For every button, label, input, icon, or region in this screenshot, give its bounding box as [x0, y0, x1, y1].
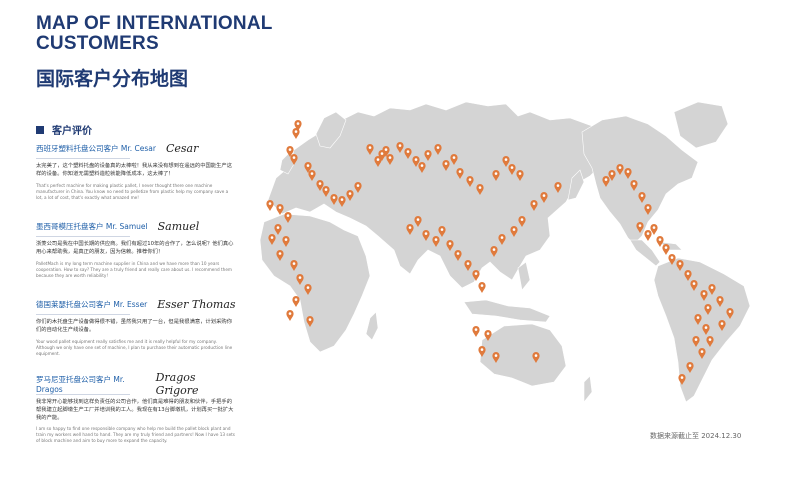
- map-pin-icon: [644, 230, 652, 241]
- review-customer-name: 西班牙塑料托盘公司客户 Mr. Cesar: [36, 143, 156, 153]
- reviews-heading-label: 客户评价: [52, 126, 92, 137]
- landmass-central-america: [629, 239, 661, 267]
- landmass-madagascar: [365, 311, 379, 341]
- world-landmass: [259, 101, 751, 403]
- review-signature: Samuel: [157, 219, 200, 233]
- review-card: 墨西哥模压托盘客户 Mr. Samuel Samuel 浙菱公司是我在中国长期的…: [36, 218, 236, 279]
- review-text-cn: 我非常开心能够找到这样负责任的公司合作，他们真是难得的朋友和伙伴，手把手的帮我建…: [36, 399, 234, 421]
- map-pin-icon: [478, 282, 486, 293]
- world-map: [250, 90, 795, 420]
- landmass-africa: [259, 213, 371, 353]
- map-pin-icon: [292, 296, 300, 307]
- review-text-cn: 浙菱公司是我在中国长期的供应商。我们有超过10年的合作了，怎么说呢？他们真心用心…: [36, 241, 234, 255]
- review-text-en: That's perfect machine for making plasti…: [36, 182, 229, 200]
- review-signature: Esser Thomas: [157, 297, 236, 311]
- reviews-heading: 客户评价: [36, 122, 92, 137]
- map-pin-icon: [662, 244, 670, 255]
- page-title-cn: 国际客户分布地图: [36, 68, 189, 90]
- landmass-indonesia: [463, 299, 551, 323]
- review-card: 西班牙塑料托盘公司客户 Mr. Cesar Cesar 太完美了，这个塑料托盘的…: [36, 140, 236, 201]
- landmass-greenland: [673, 101, 729, 149]
- review-customer-name: 德国莱瑟托盘公司客户 Mr. Esser: [36, 299, 148, 309]
- review-signature: Dragos Grigore: [155, 371, 199, 397]
- world-map-svg: [259, 101, 751, 403]
- review-card: 德国莱瑟托盘公司客户 Mr. Esser Esser Thomas 你们的木托盘…: [36, 296, 236, 357]
- map-pin-icon: [472, 326, 480, 337]
- review-text-cn: 你们的木托盘生产设备做得很不错，虽然我只用了一台，但是我很满意，计划采购你们的自…: [36, 319, 232, 333]
- map-pin-icon: [286, 310, 294, 321]
- page-title-en: MAP OF INTERNATIONAL CUSTOMERS: [36, 13, 273, 54]
- divider: [36, 158, 130, 159]
- review-text-en: I am so happy to find one responsible co…: [36, 426, 235, 444]
- divider: [36, 236, 130, 237]
- review-text-en: PalletMach is my long term machine suppl…: [36, 260, 232, 278]
- divider: [36, 394, 130, 395]
- review-text-en: Your wood pallet equipment really satisf…: [36, 338, 233, 356]
- map-pin-icon: [292, 128, 300, 139]
- review-card: 罗马尼亚托盘公司客户 Mr. Dragos Dragos Grigore 我非常…: [36, 371, 236, 444]
- heading-square-icon: [36, 125, 44, 134]
- review-signature: Cesar: [165, 141, 199, 155]
- divider: [36, 314, 130, 315]
- map-pin-icon: [656, 236, 664, 247]
- landmass-south-america: [653, 257, 751, 403]
- review-customer-name: 罗马尼亚托盘公司客户 Mr. Dragos: [36, 375, 125, 394]
- landmass-new-zealand: [583, 375, 593, 403]
- review-text-cn: 太完美了，这个塑料托盘的设备真的太棒啦！我从来没有想到在遥远的中国能生产这样的设…: [36, 163, 232, 177]
- data-source-note: 数据来源截止至 2024.12.30: [650, 432, 742, 440]
- map-pin-icon: [266, 200, 274, 211]
- review-customer-name: 墨西哥模压托盘客户 Mr. Samuel: [36, 221, 148, 231]
